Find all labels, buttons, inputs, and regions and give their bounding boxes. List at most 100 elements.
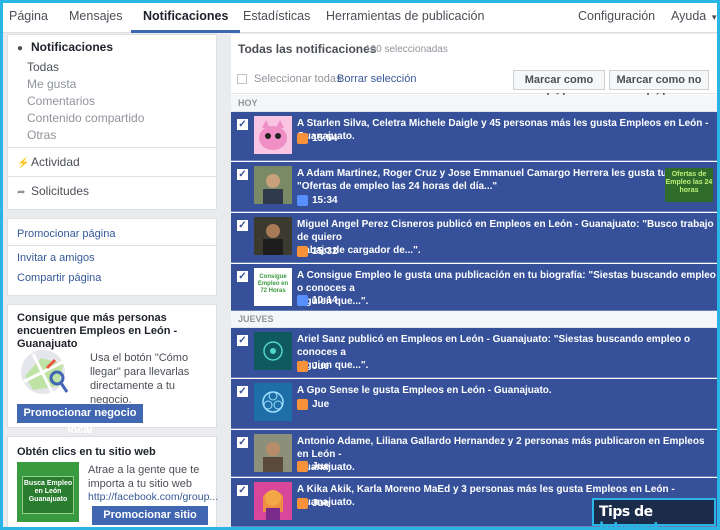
like-icon — [297, 195, 308, 206]
notification-time: 10:14 — [312, 295, 338, 307]
invite-share-card: Invitar a amigos Compartir página — [7, 246, 217, 296]
notification-line-1: Antonio Adame, Liliana Gallardo Hernande… — [297, 436, 705, 460]
notification-checkbox[interactable]: ✓ — [237, 485, 248, 496]
avatar — [254, 482, 292, 520]
avatar — [254, 434, 292, 472]
notification-line-2: alguien que...". — [297, 296, 369, 307]
notification-time: Jue — [312, 399, 330, 411]
notification-meta: Jue — [297, 498, 329, 510]
nav-solicitudes[interactable]: ➦ Solicitudes — [8, 177, 216, 205]
chevron-down-icon: ▼ — [710, 13, 717, 22]
notification-checkbox[interactable]: ✓ — [237, 271, 248, 282]
notification-text: Ariel Sanz publicó en Empleos en León - … — [297, 333, 717, 372]
tab-pagina[interactable]: Página — [9, 3, 48, 33]
notification-time: Jue — [312, 498, 330, 510]
watermark-part1: Tips de — [599, 504, 653, 520]
tab-herramientas-publicacion[interactable]: Herramientas de publicación — [326, 3, 484, 33]
notification-meta: 15:34 — [297, 195, 338, 207]
share-page-link[interactable]: Compartir página — [17, 272, 207, 284]
tab-ayuda[interactable]: Ayuda ▼ — [671, 3, 717, 33]
share-arrow-icon: ➦ — [17, 187, 26, 198]
notification-line-2: trabajo de cargador de...". — [297, 245, 421, 256]
app-frame: Página Mensajes Notificaciones Estadísti… — [3, 3, 717, 527]
page-icon — [297, 246, 308, 257]
avatar-text: Consigue Empleo en 72 Horas — [257, 274, 289, 294]
notifications-panel: Todas las notificaciones 100 seleccionad… — [231, 34, 717, 527]
map-pin-icon — [19, 346, 77, 398]
notification-checkbox[interactable]: ✓ — [237, 220, 248, 231]
filter-me-gusta[interactable]: Me gusta — [8, 76, 216, 93]
clear-selection-link[interactable]: Borrar selección — [337, 73, 416, 85]
notifications-actions-bar: Seleccionar todas Borrar selección Marca… — [231, 64, 717, 104]
website-thumbnail-text: Busca Empleo en León Guanajuato — [23, 480, 73, 503]
tab-estadisticas[interactable]: Estadísticas — [243, 3, 310, 33]
mark-read-button[interactable]: Marcar como leída — [513, 70, 605, 104]
select-all-checkbox[interactable] — [237, 74, 247, 84]
page-icon — [297, 133, 308, 144]
notification-item[interactable]: ✓ A Gpo Sense le gusta Empleos en León -… — [231, 379, 717, 429]
notification-text: Antonio Adame, Liliana Gallardo Hernande… — [297, 435, 717, 474]
notification-line-1: A Gpo Sense le gusta Empleos en León - G… — [297, 385, 552, 396]
watermark-logo: Tips de Internet — [592, 498, 716, 530]
promo-web-url[interactable]: http://facebook.com/group... — [88, 491, 218, 503]
notification-meta: Jue — [297, 361, 329, 373]
notification-checkbox[interactable]: ✓ — [237, 169, 248, 180]
left-column: ● Notificaciones Todas Me gusta Comentari… — [7, 34, 218, 527]
notification-item[interactable]: ✓ A Adam Martinez, Roger Cruz y Jose Emm… — [231, 162, 717, 212]
notification-item[interactable]: ✓ A Starlen Silva, Celetra Michele Daigl… — [231, 112, 717, 161]
top-navigation-bar: Página Mensajes Notificaciones Estadísti… — [3, 3, 717, 33]
like-icon — [297, 295, 308, 306]
promote-website-button[interactable]: Promocionar sitio web — [92, 506, 208, 527]
avatar — [254, 116, 292, 154]
notification-checkbox[interactable]: ✓ — [237, 386, 248, 397]
filter-todas[interactable]: Todas — [8, 59, 216, 76]
filter-otras[interactable]: Otras — [8, 127, 216, 147]
select-all-link[interactable]: Seleccionar todas — [254, 73, 341, 85]
selected-count: 100 seleccionadas — [365, 44, 448, 55]
tab-notificaciones[interactable]: Notificaciones — [131, 3, 241, 33]
notification-meta: 10:14 — [297, 295, 338, 307]
avatar — [254, 332, 292, 370]
notification-checkbox[interactable]: ✓ — [237, 335, 248, 346]
notification-time: 15:32 — [312, 246, 338, 258]
page-icon — [297, 498, 308, 509]
link-preview-image: Ofertas de Empleo las 24 horas — [665, 168, 713, 202]
promote-page-link[interactable]: Promocionar página — [17, 228, 115, 240]
promo-web-title: Obtén clics en tu sitio web — [17, 446, 156, 458]
nav-notificaciones[interactable]: ● Notificaciones — [8, 35, 216, 59]
notification-item[interactable]: ✓ Consigue Empleo en 72 Horas A Consigue… — [231, 264, 717, 311]
mark-unread-button[interactable]: Marcar como no leída — [609, 70, 709, 104]
notification-item[interactable]: ✓ Ariel Sanz publicó en Empleos en León … — [231, 328, 717, 378]
promote-local-business-button[interactable]: Promocionar negocio local — [17, 404, 143, 436]
promo-web-body: Atrae a la gente que te importa a tu sit… — [88, 464, 200, 490]
notification-text: A Adam Martinez, Roger Cruz y Jose Emman… — [297, 167, 704, 193]
notification-line-2: Guanajuato. — [297, 462, 355, 473]
notification-line-2: alguien que...". — [297, 360, 369, 371]
filter-comentarios[interactable]: Comentarios — [8, 93, 216, 110]
promote-website-card: Obtén clics en tu sitio web Busca Empleo… — [7, 436, 218, 527]
notification-checkbox[interactable]: ✓ — [237, 119, 248, 130]
watermark-part2: Internet — [599, 520, 660, 530]
notification-line-1: Ariel Sanz publicó en Empleos en León - … — [297, 334, 691, 358]
avatar — [254, 383, 292, 421]
avatar — [254, 217, 292, 255]
section-label-jueves: JUEVES — [231, 311, 717, 328]
lightning-icon: ⚡ — [17, 158, 30, 169]
notification-text: A Consigue Empleo le gusta una publicaci… — [297, 269, 717, 308]
page-icon — [297, 461, 308, 472]
notification-item[interactable]: ✓ Antonio Adame, Liliana Gallardo Hernan… — [231, 430, 717, 477]
notification-meta: Jue — [297, 399, 329, 411]
notification-checkbox[interactable]: ✓ — [237, 437, 248, 448]
notification-line-1: A Adam Martinez, Roger Cruz y Jose Emman… — [297, 168, 705, 179]
nav-actividad[interactable]: ⚡ Actividad — [8, 148, 216, 176]
tab-mensajes[interactable]: Mensajes — [69, 3, 123, 33]
notification-text: A Gpo Sense le gusta Empleos en León - G… — [297, 384, 552, 397]
avatar — [254, 166, 292, 204]
notification-item[interactable]: ✓ Miguel Angel Perez Cisneros publicó en… — [231, 213, 717, 263]
invite-friends-link[interactable]: Invitar a amigos — [17, 252, 207, 270]
notification-line-1: A Consigue Empleo le gusta una publicaci… — [297, 270, 716, 294]
watermark-text: Tips de Internet — [599, 504, 714, 530]
tab-configuracion[interactable]: Configuración — [578, 3, 655, 33]
filter-contenido-compartido[interactable]: Contenido compartido — [8, 110, 216, 127]
page-icon — [297, 361, 308, 372]
